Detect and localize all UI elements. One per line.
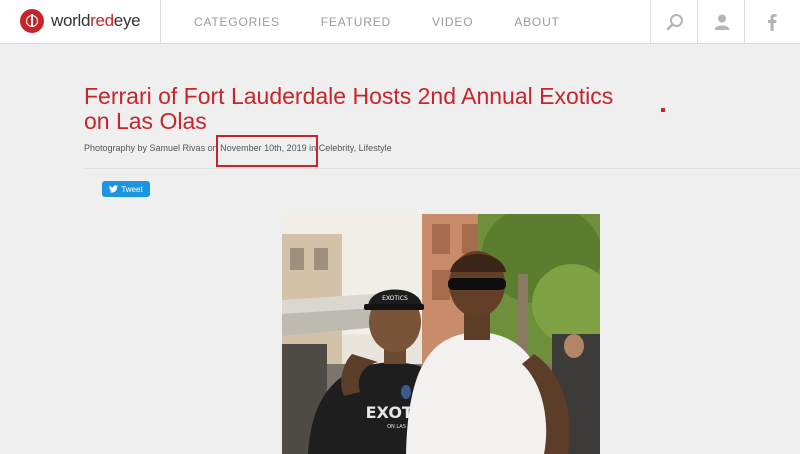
nav-video[interactable]: VIDEO <box>432 15 473 29</box>
facebook-button[interactable] <box>744 0 800 44</box>
tweet-button[interactable]: Tweet <box>102 181 150 197</box>
search-icon <box>666 14 683 31</box>
top-navigation-bar: worldredeye CATEGORIES FEATURED VIDEO AB… <box>0 0 800 44</box>
article-photo: EXOTICS EXOTICS ON LAS OLAS <box>282 214 600 454</box>
search-button[interactable] <box>650 0 698 44</box>
category-link-celebrity[interactable]: Celebrity <box>319 143 354 153</box>
account-button[interactable] <box>697 0 745 44</box>
nav-featured[interactable]: FEATURED <box>321 15 391 29</box>
site-logo[interactable]: worldredeye <box>20 8 141 34</box>
facebook-icon <box>767 14 777 31</box>
logo-divider <box>160 0 161 44</box>
tweet-label: Tweet <box>121 184 143 194</box>
red-dot-marker <box>661 108 665 112</box>
nav-categories[interactable]: CATEGORIES <box>194 15 280 29</box>
article-title: Ferrari of Fort Lauderdale Hosts 2nd Ann… <box>84 83 614 134</box>
category-link-lifestyle[interactable]: Lifestyle <box>359 143 392 153</box>
content-divider <box>84 168 800 169</box>
cap-logo-text: EXOTICS <box>382 295 408 302</box>
main-nav: CATEGORIES FEATURED VIDEO ABOUT <box>194 0 601 44</box>
twitter-bird-icon <box>109 185 119 193</box>
nav-about[interactable]: ABOUT <box>514 15 559 29</box>
byline-credit: Photography by Samuel Rivas on <box>84 143 218 153</box>
two-men-photo: EXOTICS EXOTICS ON LAS OLAS <box>282 214 600 454</box>
logo-wordmark: worldredeye <box>51 11 141 30</box>
globe-logo-icon <box>20 9 44 33</box>
date-highlight-box <box>216 135 318 167</box>
user-icon <box>714 14 729 30</box>
